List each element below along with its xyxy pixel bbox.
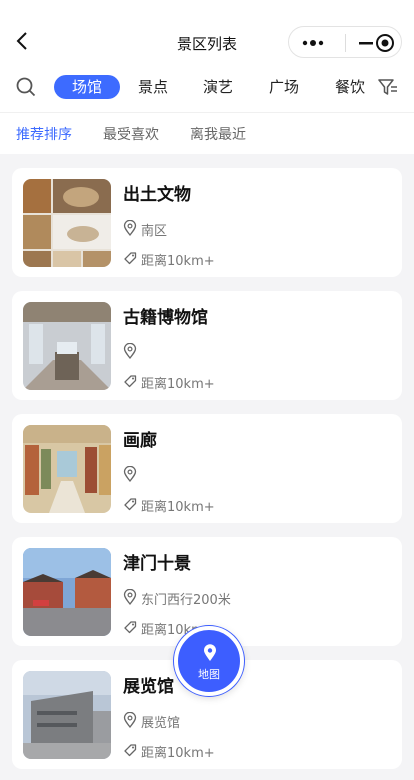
- tag-icon: [124, 621, 137, 634]
- distance-text: 距离10km+: [141, 500, 215, 515]
- distance-text: 距离10km+: [141, 746, 215, 761]
- venue-title: 画廊: [123, 431, 157, 451]
- venue-title: 津门十景: [123, 554, 191, 574]
- target-icon[interactable]: [375, 33, 395, 53]
- sort-recommended[interactable]: 推荐排序: [16, 124, 72, 144]
- venue-thumbnail: [23, 671, 111, 759]
- tab-venue[interactable]: 场馆: [54, 75, 120, 99]
- sort-bar: 推荐排序 最受喜欢 离我最近: [0, 112, 414, 154]
- location-pin-icon: [123, 466, 137, 482]
- location-text: 南区: [141, 224, 168, 239]
- map-button[interactable]: 地图: [174, 626, 244, 696]
- tag-icon: [124, 744, 137, 757]
- capsule-divider: [345, 34, 346, 52]
- category-tab-bar: 场馆 景点 演艺 广场 餐饮: [0, 60, 414, 112]
- venue-thumbnail: [23, 425, 111, 513]
- venue-thumbnail: [23, 548, 111, 636]
- location-pin-icon: [123, 220, 137, 236]
- location-pin-icon: [123, 712, 137, 728]
- tag-icon: [124, 375, 137, 388]
- distance-text: 距离10km+: [141, 254, 215, 269]
- venue-title: 出土文物: [123, 185, 191, 205]
- distance-text: 距离10km+: [141, 377, 215, 392]
- tab-scenic-spot[interactable]: 景点: [130, 75, 176, 99]
- tab-performance[interactable]: 演艺: [195, 75, 241, 99]
- location-text: 展览馆: [141, 716, 181, 731]
- search-icon[interactable]: [16, 77, 36, 97]
- venue-card[interactable]: 古籍博物馆 距离10km+: [12, 291, 402, 400]
- more-icon[interactable]: [299, 34, 327, 52]
- venue-title: 古籍博物馆: [123, 308, 208, 328]
- venue-title: 展览馆: [123, 677, 174, 697]
- sort-nearest[interactable]: 离我最近: [190, 124, 246, 144]
- tag-icon: [124, 498, 137, 511]
- filter-icon[interactable]: [377, 77, 399, 97]
- location-pin-icon: [123, 589, 137, 605]
- venue-card[interactable]: 出土文物 南区 距离10km+: [12, 168, 402, 277]
- venue-thumbnail: [23, 302, 111, 390]
- sort-most-liked[interactable]: 最受喜欢: [103, 124, 159, 144]
- tab-dining[interactable]: 餐饮: [327, 75, 373, 99]
- minimize-icon[interactable]: [357, 34, 375, 52]
- location-text: 东门西行200米: [141, 593, 231, 608]
- mini-program-capsule: [288, 26, 402, 58]
- venue-card[interactable]: 画廊 距离10km+: [12, 414, 402, 523]
- tab-square[interactable]: 广场: [261, 75, 307, 99]
- venue-thumbnail: [23, 179, 111, 267]
- map-button-label: 地图: [198, 668, 220, 681]
- location-pin-icon: [123, 343, 137, 359]
- map-pin-icon: [204, 644, 216, 661]
- tag-icon: [124, 252, 137, 265]
